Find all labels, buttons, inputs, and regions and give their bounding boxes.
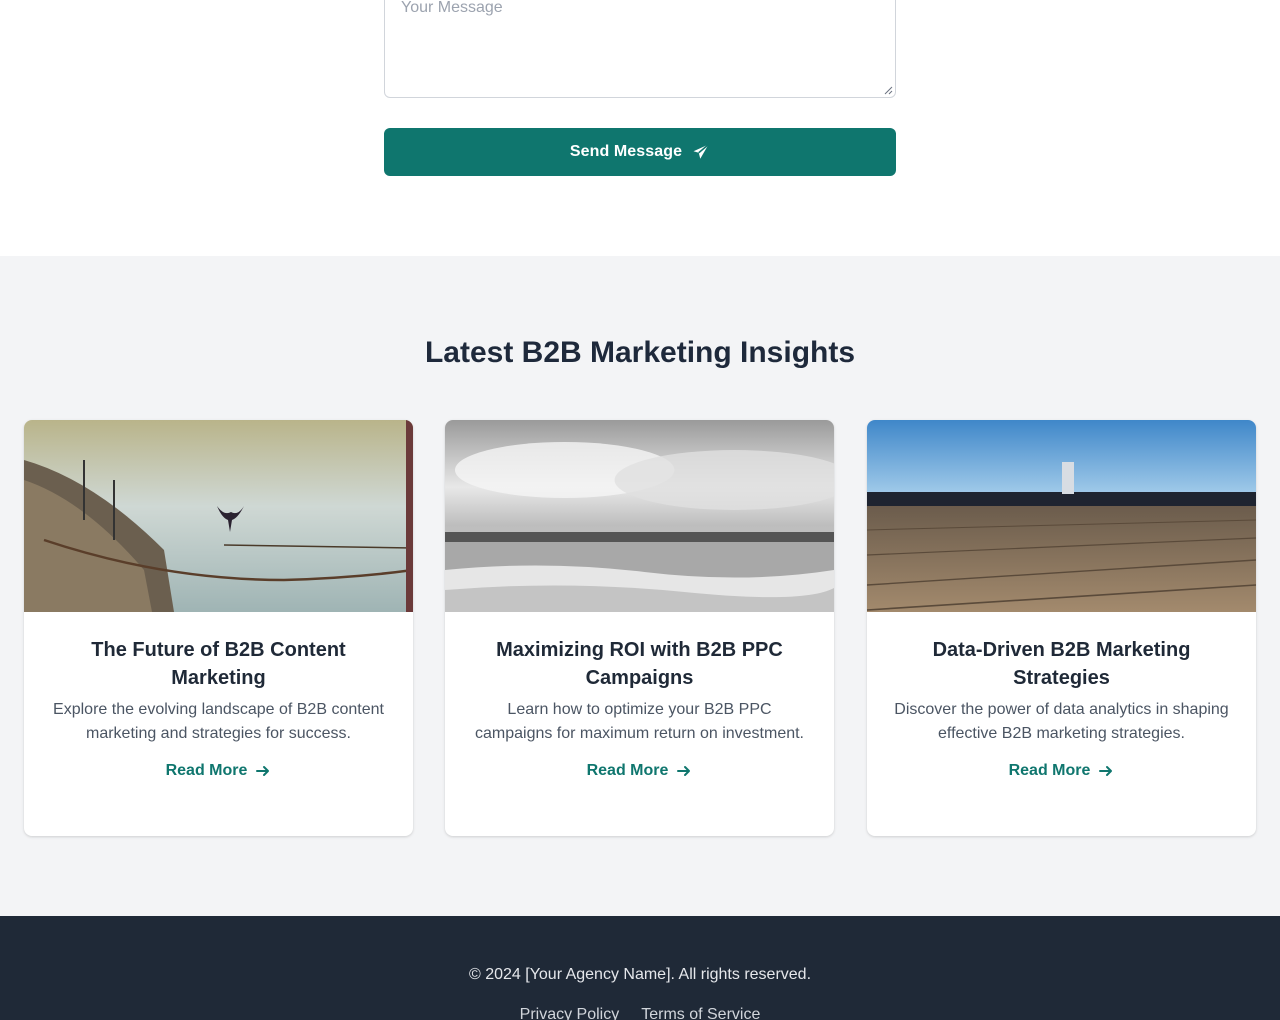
send-message-button[interactable]: Send Message xyxy=(384,128,896,176)
arrow-right-icon xyxy=(256,766,270,776)
card-title: Data-Driven B2B Marketing Strategies xyxy=(932,639,1191,689)
message-textarea[interactable] xyxy=(401,0,879,69)
card-image-boat xyxy=(24,420,413,612)
insight-card: Data-Driven B2B Marketing Strategies Dis… xyxy=(867,420,1256,836)
send-message-label: Send Message xyxy=(569,143,683,160)
insight-card: Maximizing ROI with B2B PPC Campaigns Le… xyxy=(445,420,834,836)
card-title: The Future of B2B Content Marketing xyxy=(91,639,346,689)
read-more-label: Read More xyxy=(586,762,669,779)
card-title: Maximizing ROI with B2B PPC Campaigns xyxy=(496,639,783,689)
arrow-right-icon xyxy=(1099,766,1113,776)
read-more-link[interactable]: Read More xyxy=(166,762,272,780)
insight-card: The Future of B2B Content Marketing Expl… xyxy=(24,420,413,836)
copyright-text: © 2024 [Your Agency Name]. All rights re… xyxy=(468,966,812,983)
read-more-label: Read More xyxy=(1008,762,1091,779)
card-image-seascape xyxy=(445,420,834,612)
resize-grip-icon[interactable] xyxy=(883,85,893,95)
footer-links: Privacy Policy Terms of Service xyxy=(0,1006,1280,1020)
arrow-right-icon xyxy=(677,766,691,776)
card-image-pier xyxy=(867,420,1256,612)
read-more-link[interactable]: Read More xyxy=(1009,762,1115,780)
message-field-wrapper[interactable] xyxy=(384,0,896,98)
read-more-label: Read More xyxy=(165,762,248,779)
card-description: Discover the power of data analytics in … xyxy=(894,701,1229,742)
card-description: Learn how to optimize your B2B PPC campa… xyxy=(474,701,804,742)
card-description: Explore the evolving landscape of B2B co… xyxy=(53,701,384,742)
read-more-link[interactable]: Read More xyxy=(587,762,693,780)
paper-plane-icon xyxy=(693,143,710,159)
privacy-policy-link[interactable]: Privacy Policy xyxy=(520,1006,620,1020)
contact-section: Send Message xyxy=(0,0,1280,256)
terms-of-service-link[interactable]: Terms of Service xyxy=(641,1006,760,1020)
insights-section: Latest B2B Marketing Insights The Future… xyxy=(0,256,1280,916)
section-title: Latest B2B Marketing Insights xyxy=(424,336,856,369)
site-footer: © 2024 [Your Agency Name]. All rights re… xyxy=(0,916,1280,1020)
